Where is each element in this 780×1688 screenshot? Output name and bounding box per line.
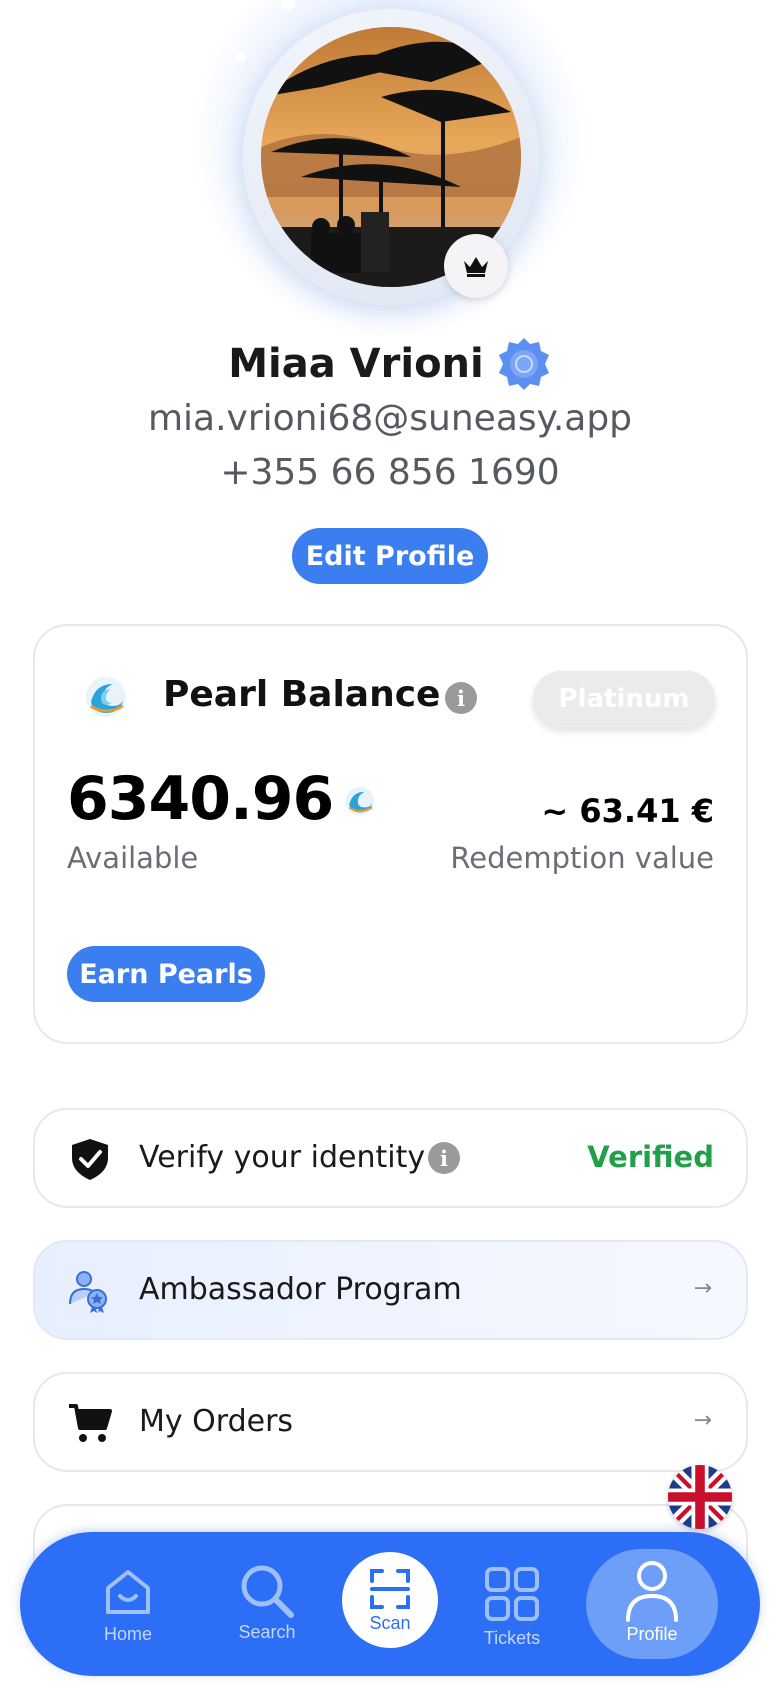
profile-icon bbox=[626, 1561, 678, 1622]
balance-caption: Available bbox=[67, 841, 199, 875]
verified-status: Verified bbox=[587, 1140, 714, 1174]
redemption-value: ~ 63.41 € bbox=[541, 792, 714, 830]
pearl-logo-icon bbox=[86, 677, 126, 717]
pearl-balance-title: Pearl Balance bbox=[163, 674, 441, 715]
edit-profile-button[interactable]: Edit Profile bbox=[292, 528, 488, 584]
user-name: Miaa Vrioni bbox=[228, 341, 484, 387]
redemption-caption: Redemption value bbox=[450, 841, 714, 875]
info-icon[interactable]: i bbox=[445, 682, 477, 714]
earn-pearls-button[interactable]: Earn Pearls bbox=[67, 946, 265, 1002]
my-orders-label: My Orders bbox=[139, 1404, 294, 1439]
ambassador-icon bbox=[69, 1271, 107, 1313]
pearl-logo-icon bbox=[345, 786, 375, 816]
name-row: Miaa Vrioni bbox=[0, 336, 780, 392]
info-icon[interactable]: i bbox=[428, 1142, 460, 1174]
nav-search[interactable]: Search bbox=[207, 1532, 327, 1676]
ambassador-program-row[interactable]: Ambassador Program → bbox=[33, 1240, 748, 1340]
search-icon bbox=[241, 1565, 294, 1618]
nav-search-label: Search bbox=[238, 1622, 296, 1642]
crown-badge bbox=[444, 234, 508, 298]
my-orders-row[interactable]: My Orders → bbox=[33, 1372, 748, 1472]
nav-tickets[interactable]: Tickets bbox=[452, 1532, 572, 1676]
shield-check-icon bbox=[72, 1139, 108, 1180]
verified-seal-icon bbox=[498, 338, 549, 390]
cart-icon bbox=[69, 1404, 112, 1442]
arrow-right-icon: → bbox=[693, 1276, 712, 1301]
user-phone: +355 66 856 1690 bbox=[220, 452, 560, 493]
nav-profile[interactable]: Profile bbox=[586, 1549, 718, 1659]
uk-flag-icon[interactable] bbox=[668, 1465, 732, 1529]
user-email: mia.vrioni68@suneasy.app bbox=[147, 398, 633, 439]
nav-home-label: Home bbox=[103, 1624, 152, 1644]
verify-identity-label: Verify your identity bbox=[139, 1140, 426, 1175]
nav-scan-label: Scan bbox=[369, 1612, 411, 1633]
bottom-nav: Home Search Scan Tickets Profile bbox=[20, 1532, 760, 1676]
nav-home[interactable]: Home bbox=[68, 1532, 188, 1676]
nav-scan[interactable]: Scan bbox=[342, 1552, 438, 1648]
arrow-right-icon: → bbox=[693, 1408, 712, 1433]
balance-amount: 6340.96 bbox=[67, 764, 334, 834]
home-icon bbox=[106, 1570, 150, 1614]
nav-profile-label: Profile bbox=[626, 1624, 678, 1644]
ambassador-program-label: Ambassador Program bbox=[139, 1272, 462, 1307]
pearl-balance-card: Pearl Balance i Platinum 6340.96 Availab… bbox=[33, 624, 748, 1044]
scan-icon bbox=[370, 1568, 410, 1609]
crown-icon bbox=[464, 257, 488, 277]
nav-tickets-label: Tickets bbox=[483, 1628, 541, 1648]
verify-identity-row[interactable]: Verify your identity i Verified bbox=[33, 1108, 748, 1208]
decor-dot bbox=[236, 52, 246, 62]
tickets-icon bbox=[485, 1567, 539, 1621]
tier-badge: Platinum bbox=[533, 671, 715, 727]
